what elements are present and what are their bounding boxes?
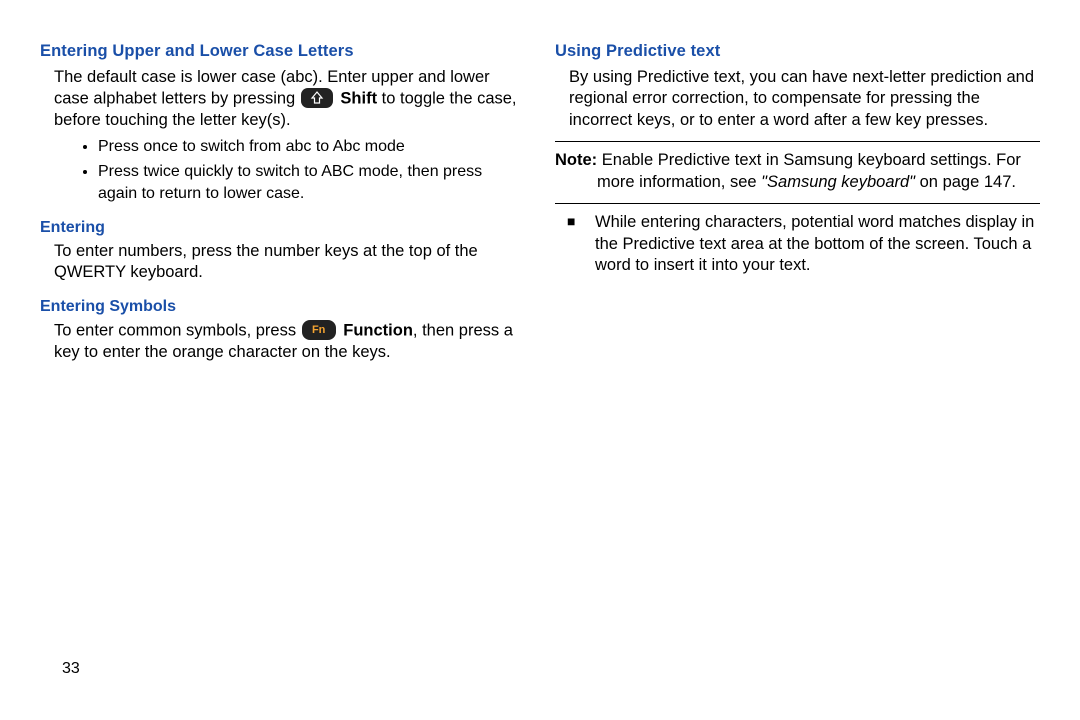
text-fragment: To enter common symbols, press [54,321,301,339]
square-bullet-list: While entering characters, potential wor… [555,212,1040,276]
note-text: Note: Enable Predictive text in Samsung … [555,150,1040,193]
note-separator-top [555,141,1040,142]
fn-key-icon: Fn [302,320,336,340]
fn-label: Function [343,321,413,339]
para-symbols: To enter common symbols, press Fn Functi… [40,320,525,363]
heading-symbols: Entering Symbols [40,298,525,316]
left-column: Entering Upper and Lower Case Letters Th… [40,42,525,710]
note-block: Note: Enable Predictive text in Samsung … [555,150,1040,193]
heading-upper-lower: Entering Upper and Lower Case Letters [40,42,525,61]
para-predictive: By using Predictive text, you can have n… [555,67,1040,131]
heading-predictive: Using Predictive text [555,42,1040,61]
list-item: Press once to switch from abc to Abc mod… [98,136,525,158]
shift-label: Shift [340,90,377,108]
list-item: While entering characters, potential wor… [589,212,1040,276]
manual-page: Entering Upper and Lower Case Letters Th… [0,0,1080,720]
right-column: Using Predictive text By using Predictiv… [555,42,1040,710]
shift-key-icon [301,88,333,108]
para-entering: To enter numbers, press the number keys … [40,241,525,284]
note-label: Note: [555,151,597,169]
note-separator-bottom [555,203,1040,204]
note-reference: "Samsung keyboard" [761,173,915,191]
heading-entering: Entering [40,219,525,237]
list-item: Press twice quickly to switch to ABC mod… [98,161,525,204]
para-upper-lower: The default case is lower case (abc). En… [40,67,525,132]
text-fragment: on page 147. [915,173,1016,191]
bullet-list-case: Press once to switch from abc to Abc mod… [40,136,525,205]
page-number: 33 [62,660,80,678]
